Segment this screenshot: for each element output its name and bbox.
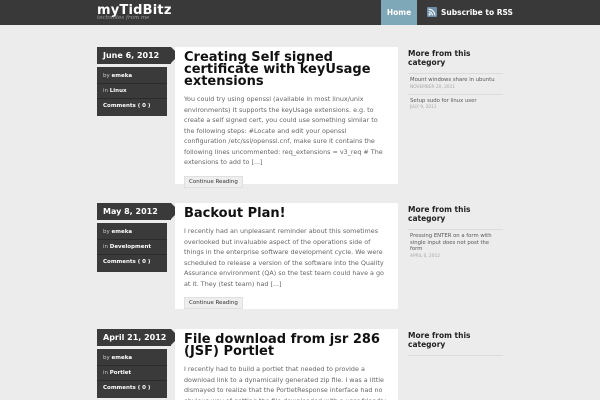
post-card: Creating Self signed certificate with ke… [175,47,398,188]
category-link[interactable]: Development [110,244,151,250]
rss-icon [427,7,437,17]
related-post-link[interactable]: Mount windows share in ubuntu [410,77,501,84]
related-posts-title: More from this category [408,49,471,67]
post-author: by emeka [97,69,167,84]
related-post-link[interactable]: Setup sudo for linux user [410,98,501,105]
post-category: in Portlet [97,366,167,381]
post-meta: by emeka in Development Comments ( 0 ) [97,223,167,272]
post-title[interactable]: Backout Plan! [184,207,389,220]
related-post-divider [408,355,503,363]
post-comments[interactable]: Comments ( 0 ) [97,99,167,114]
category-link[interactable]: Linux [110,88,127,94]
post-author: by emeka [97,225,167,240]
subscribe-rss-label: Subscribe to RSS [441,8,513,17]
post-category: in Linux [97,84,167,99]
related-post-link[interactable]: Pressing ENTER on a form with single inp… [410,233,501,253]
related-posts: More from this category Mount windows sh… [408,47,503,114]
post-title[interactable]: File download from jsr 286 (JSF) Portlet [184,333,389,358]
related-posts-title: More from this category [408,331,471,349]
post-excerpt: I recently had an unpleasant reminder ab… [184,227,384,288]
author-link[interactable]: emeka [112,355,133,361]
continue-reading-button[interactable]: Continue Reading [184,175,243,188]
post-title[interactable]: Creating Self signed certificate with ke… [184,51,389,88]
post-date: June 6, 2012 [97,47,179,64]
related-post-item: Mount windows share in ubuntu NOVEMBER 2… [408,73,503,94]
post-meta: by emeka in Portlet Comments ( 0 ) [97,349,167,398]
related-posts: More from this category [408,329,503,363]
post-date: April 21, 2012 [97,329,179,346]
related-posts: More from this category Pressing ENTER o… [408,203,503,263]
post-date: May 8, 2012 [97,203,179,220]
post-meta: by emeka in Linux Comments ( 0 ) [97,67,167,116]
related-post-date: APRIL 6, 2012 [410,253,440,259]
post-author: by emeka [97,351,167,366]
related-post-item: Setup sudo for linux user JULY 9, 2011 [408,93,503,115]
post-comments[interactable]: Comments ( 0 ) [97,381,167,396]
site-tagline: technotes from me [97,15,150,21]
post-card: Backout Plan! I recently had an unpleasa… [175,203,398,309]
site-header: myTidBitz technotes from me Home Subscri… [0,0,600,25]
related-post-item: Pressing ENTER on a form with single inp… [408,229,503,263]
post-excerpt: I recently had to build a portlet that n… [184,365,386,400]
author-link[interactable]: emeka [112,229,133,235]
post-excerpt: You could try using openssl (available i… [184,95,383,166]
author-link[interactable]: emeka [112,73,133,79]
category-link[interactable]: Portlet [110,370,131,376]
post-card: File download from jsr 286 (JSF) Portlet… [175,329,398,400]
related-post-date: NOVEMBER 20, 2011 [410,84,456,90]
continue-reading-button[interactable]: Continue Reading [184,297,243,309]
post-category: in Development [97,240,167,255]
nav-home-link[interactable]: Home [381,0,417,25]
related-post-date: JULY 9, 2011 [410,105,437,110]
related-posts-title: More from this category [408,205,471,223]
post-comments[interactable]: Comments ( 0 ) [97,255,167,270]
